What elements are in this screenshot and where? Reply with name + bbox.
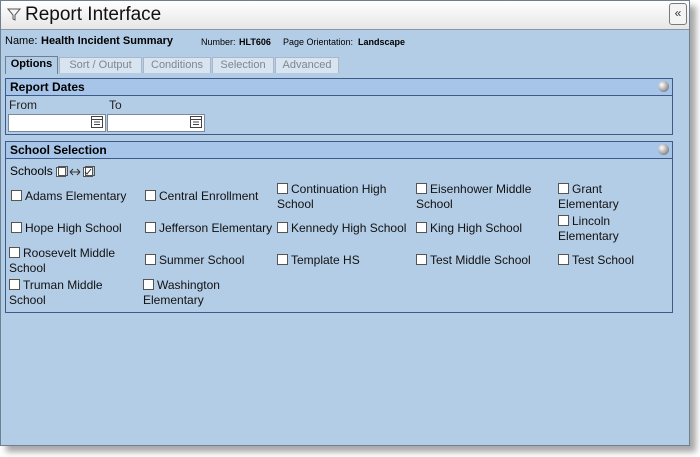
page-orientation: Landscape — [358, 37, 406, 47]
report-name: Health Incident Summary — [41, 35, 174, 47]
school-checkbox-item[interactable]: Template HS — [277, 253, 415, 268]
calendar-icon[interactable] — [91, 116, 103, 128]
checkbox[interactable] — [9, 279, 20, 290]
title-bar: Report Interface « — [1, 1, 689, 30]
checkbox[interactable] — [145, 190, 156, 201]
report-dates-heading: Report Dates — [10, 80, 85, 94]
checkbox[interactable] — [558, 215, 569, 226]
school-selection-heading: School Selection — [10, 143, 107, 157]
school-checkbox-item[interactable]: Test Middle School — [416, 253, 554, 268]
report-window: Report Interface « Name: Health Incident… — [0, 0, 690, 446]
select-all-toggle-icon[interactable] — [56, 166, 96, 178]
tab-options[interactable]: Options — [5, 56, 58, 74]
school-checkbox-item[interactable]: Lincoln Elementary — [558, 214, 638, 244]
panel-toggle-icon[interactable] — [658, 81, 669, 92]
school-checkbox-item[interactable]: Washington Elementary — [143, 278, 273, 308]
school-checkbox-item[interactable]: Roosevelt Middle School — [9, 246, 139, 276]
school-checkbox-item[interactable]: Grant Elementary — [558, 182, 638, 212]
checkbox[interactable] — [416, 183, 427, 194]
report-dates-panel: Report Dates From To — [5, 78, 673, 135]
from-date-field[interactable] — [8, 114, 106, 132]
school-checkbox-item[interactable]: Jefferson Elementary — [145, 221, 281, 236]
school-checkbox-item[interactable]: Eisenhower Middle School — [416, 182, 554, 212]
collapse-button[interactable]: « — [669, 3, 687, 25]
tab-selection[interactable]: Selection — [212, 57, 274, 73]
school-checkbox-item[interactable]: Kennedy High School — [277, 221, 415, 236]
tab-advanced[interactable]: Advanced — [275, 57, 339, 73]
school-selection-header: School Selection — [6, 142, 672, 159]
window-title: Report Interface — [25, 4, 162, 25]
number-label: Number: — [201, 37, 236, 47]
calendar-icon[interactable] — [190, 116, 202, 128]
tab-sort-output[interactable]: Sort / Output — [59, 57, 142, 73]
checkbox[interactable] — [143, 279, 154, 290]
school-checkbox-item[interactable]: Truman Middle School — [9, 278, 139, 308]
report-info-bar: Name: Health Incident Summary Number: HL… — [1, 34, 689, 52]
school-selection-panel: School Selection Schools Adams Elementar… — [5, 141, 673, 313]
checkbox[interactable] — [558, 254, 569, 265]
checkbox[interactable] — [11, 190, 22, 201]
checkbox[interactable] — [145, 222, 156, 233]
school-checkbox-item[interactable]: Adams Elementary — [11, 189, 141, 204]
school-checkbox-item[interactable]: Test School — [558, 253, 658, 268]
name-label: Name: — [5, 35, 38, 47]
school-checkbox-item[interactable]: King High School — [416, 221, 554, 236]
school-checkbox-item[interactable]: Summer School — [145, 253, 275, 268]
checkbox[interactable] — [9, 247, 20, 258]
school-checkbox-item[interactable]: Continuation High School — [277, 182, 415, 212]
school-checkbox-item[interactable]: Central Enrollment — [145, 189, 275, 204]
school-checkbox-item[interactable]: Hope High School — [11, 221, 141, 236]
checkbox[interactable] — [277, 254, 288, 265]
checkbox[interactable] — [558, 183, 569, 194]
from-label: From — [9, 98, 37, 112]
checkbox[interactable] — [277, 183, 288, 194]
report-number: HLT606 — [239, 37, 271, 47]
orientation-label: Page Orientation: — [283, 37, 354, 47]
checkbox[interactable] — [416, 222, 427, 233]
tab-conditions[interactable]: Conditions — [143, 57, 211, 73]
panel-toggle-icon[interactable] — [658, 144, 669, 155]
checkbox[interactable] — [416, 254, 427, 265]
to-date-field[interactable] — [107, 114, 205, 132]
checkbox[interactable] — [277, 222, 288, 233]
report-dates-header: Report Dates — [6, 79, 672, 96]
checkbox[interactable] — [145, 254, 156, 265]
filter-icon — [7, 8, 21, 21]
to-label: To — [109, 98, 122, 112]
checkbox[interactable] — [11, 222, 22, 233]
schools-label: Schools — [10, 164, 53, 178]
